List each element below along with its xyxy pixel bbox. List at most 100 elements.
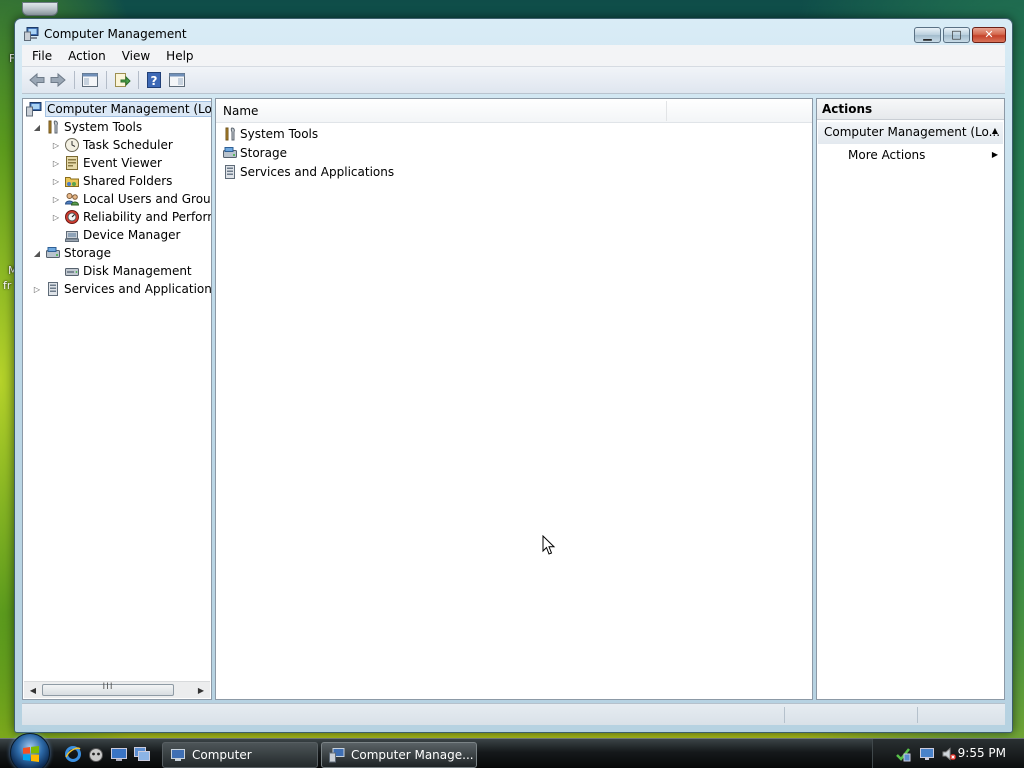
tree-item-task-scheduler[interactable]: ▷ Task Scheduler <box>50 136 173 154</box>
list-item-label: Storage <box>240 146 287 160</box>
more-actions-item[interactable]: More Actions <box>848 148 925 162</box>
tree-item-label: Shared Folders <box>83 174 173 188</box>
expand-triangle-icon[interactable]: ▷ <box>50 159 62 168</box>
tree-item-disk-management[interactable]: Disk Management <box>50 262 192 280</box>
maximize-button[interactable]: □ <box>943 27 970 43</box>
desktop-label-fragment: fr <box>3 279 12 292</box>
switch-windows-icon[interactable] <box>133 745 151 763</box>
actions-section-label: Computer Management (Lo... <box>824 125 1001 139</box>
status-bar <box>22 703 1005 725</box>
notification-area: 9:55 PM <box>872 739 1024 768</box>
column-divider[interactable] <box>666 101 667 121</box>
tree-item-label: Services and Applications <box>64 282 212 296</box>
device-manager-icon <box>65 231 79 242</box>
tree-item-computer-management-root[interactable]: Computer Management (Local) <box>26 100 211 118</box>
computer-management-window: Computer Management ▁ □ ✕ File Action Vi… <box>14 18 1013 733</box>
tree-item-event-viewer[interactable]: ▷ Event Viewer <box>50 154 162 172</box>
menu-action[interactable]: Action <box>60 49 114 63</box>
expand-triangle-icon[interactable]: ▷ <box>50 213 62 222</box>
expand-triangle-icon[interactable]: ▷ <box>50 195 62 204</box>
tree-item-local-users-and-groups[interactable]: ▷ Local Users and Groups <box>50 190 211 208</box>
collapse-section-icon[interactable]: ▲ <box>992 126 998 135</box>
taskbar-button-label: Computer Manage... <box>351 748 474 762</box>
export-list-icon[interactable] <box>112 70 132 90</box>
toolbar: ? <box>22 67 1005 94</box>
network-icon[interactable] <box>895 746 911 762</box>
status-divider <box>917 707 918 723</box>
close-icon: ✕ <box>984 28 994 41</box>
tree-item-label: Computer Management (Local) <box>45 101 211 117</box>
list-item-storage[interactable]: Storage <box>222 144 287 162</box>
menu-help[interactable]: Help <box>158 49 201 63</box>
ie-icon[interactable] <box>64 745 82 763</box>
scroll-thumb-grip: III <box>102 682 114 692</box>
tree-item-system-tools[interactable]: ◢ System Tools <box>31 118 142 136</box>
list-item-system-tools[interactable]: System Tools <box>222 125 318 143</box>
computer-management-icon <box>329 748 345 763</box>
menu-view[interactable]: View <box>114 49 158 63</box>
svg-text:?: ? <box>151 74 158 88</box>
taskbar-button-computer-management[interactable]: Computer Manage... <box>321 742 477 768</box>
storage-icon <box>46 247 60 258</box>
collapse-triangle-icon[interactable]: ◢ <box>31 123 43 132</box>
volume-muted-icon[interactable] <box>941 746 957 762</box>
window-title: Computer Management <box>44 27 187 41</box>
display-icon[interactable] <box>919 746 935 762</box>
show-hide-console-tree-icon[interactable] <box>80 70 100 90</box>
tree-horizontal-scrollbar[interactable]: ◀ III ▶ <box>24 681 210 698</box>
taskbar-button-label: Computer <box>192 748 252 762</box>
console-tree: Computer Management (Local) ◢ System Too… <box>22 98 212 700</box>
taskbar-button-computer[interactable]: Computer <box>162 742 318 768</box>
expand-triangle-icon[interactable]: ▷ <box>31 285 43 294</box>
services-icon <box>225 165 235 179</box>
menu-file[interactable]: File <box>22 49 60 63</box>
maximize-icon: □ <box>951 28 962 41</box>
column-header-name[interactable]: Name <box>223 104 258 118</box>
close-button[interactable]: ✕ <box>972 27 1006 43</box>
expand-triangle-icon[interactable]: ▷ <box>50 141 62 150</box>
tree-item-label: Reliability and Performance <box>83 210 211 224</box>
windows-logo-icon <box>23 746 39 762</box>
show-hide-action-pane-icon[interactable] <box>167 70 187 90</box>
back-arrow-icon[interactable] <box>27 70 47 90</box>
expand-triangle-icon[interactable]: ▷ <box>50 177 62 186</box>
tree-item-services-and-applications[interactable]: ▷ Services and Applications <box>31 280 212 298</box>
tree-item-shared-folders[interactable]: ▷ Shared Folders <box>50 172 172 190</box>
list-header: Name <box>216 99 812 123</box>
toolbar-separator <box>138 71 139 89</box>
submenu-arrow-icon[interactable]: ▶ <box>992 150 998 159</box>
help-icon[interactable]: ? <box>144 70 164 90</box>
forward-arrow-icon[interactable] <box>48 70 68 90</box>
menu-bar: File Action View Help <box>22 45 1005 67</box>
clock-icon <box>65 138 79 152</box>
computer-management-icon <box>24 27 39 41</box>
show-desktop-icon[interactable] <box>110 745 128 763</box>
performance-icon <box>65 210 79 224</box>
users-icon <box>64 193 80 206</box>
list-item-services-and-applications[interactable]: Services and Applications <box>222 163 394 181</box>
tree-item-label: System Tools <box>64 120 143 134</box>
minimize-icon: ▁ <box>923 28 932 41</box>
winamp-icon[interactable] <box>87 745 105 763</box>
scroll-thumb[interactable]: III <box>42 682 174 696</box>
minimize-button[interactable]: ▁ <box>914 27 941 43</box>
services-icon <box>48 282 58 296</box>
tree-item-label: Disk Management <box>83 264 192 278</box>
recycle-bin-icon[interactable] <box>22 2 58 16</box>
actions-section-computer-management[interactable]: Computer Management (Lo... ▲ <box>818 122 1003 144</box>
clock[interactable]: 9:55 PM <box>958 746 1006 760</box>
toolbar-separator <box>106 71 107 89</box>
tree-item-reliability-and-performance[interactable]: ▷ Reliability and Performance <box>50 208 211 226</box>
list-item-label: Services and Applications <box>240 165 395 179</box>
caption-buttons: ▁ □ ✕ <box>912 27 1006 45</box>
toolbar-separator <box>74 71 75 89</box>
tree-item-storage[interactable]: ◢ Storage <box>31 244 111 262</box>
collapse-triangle-icon[interactable]: ◢ <box>31 249 43 258</box>
list-item-label: System Tools <box>240 127 319 141</box>
start-button[interactable] <box>10 733 50 768</box>
tree-item-device-manager[interactable]: Device Manager <box>50 226 180 244</box>
tools-icon <box>225 127 235 141</box>
scroll-left-arrow-icon[interactable]: ◀ <box>26 684 40 697</box>
scroll-right-arrow-icon[interactable]: ▶ <box>194 684 208 697</box>
taskbar: Computer Computer Manage... 9:55 PM <box>0 733 1024 768</box>
